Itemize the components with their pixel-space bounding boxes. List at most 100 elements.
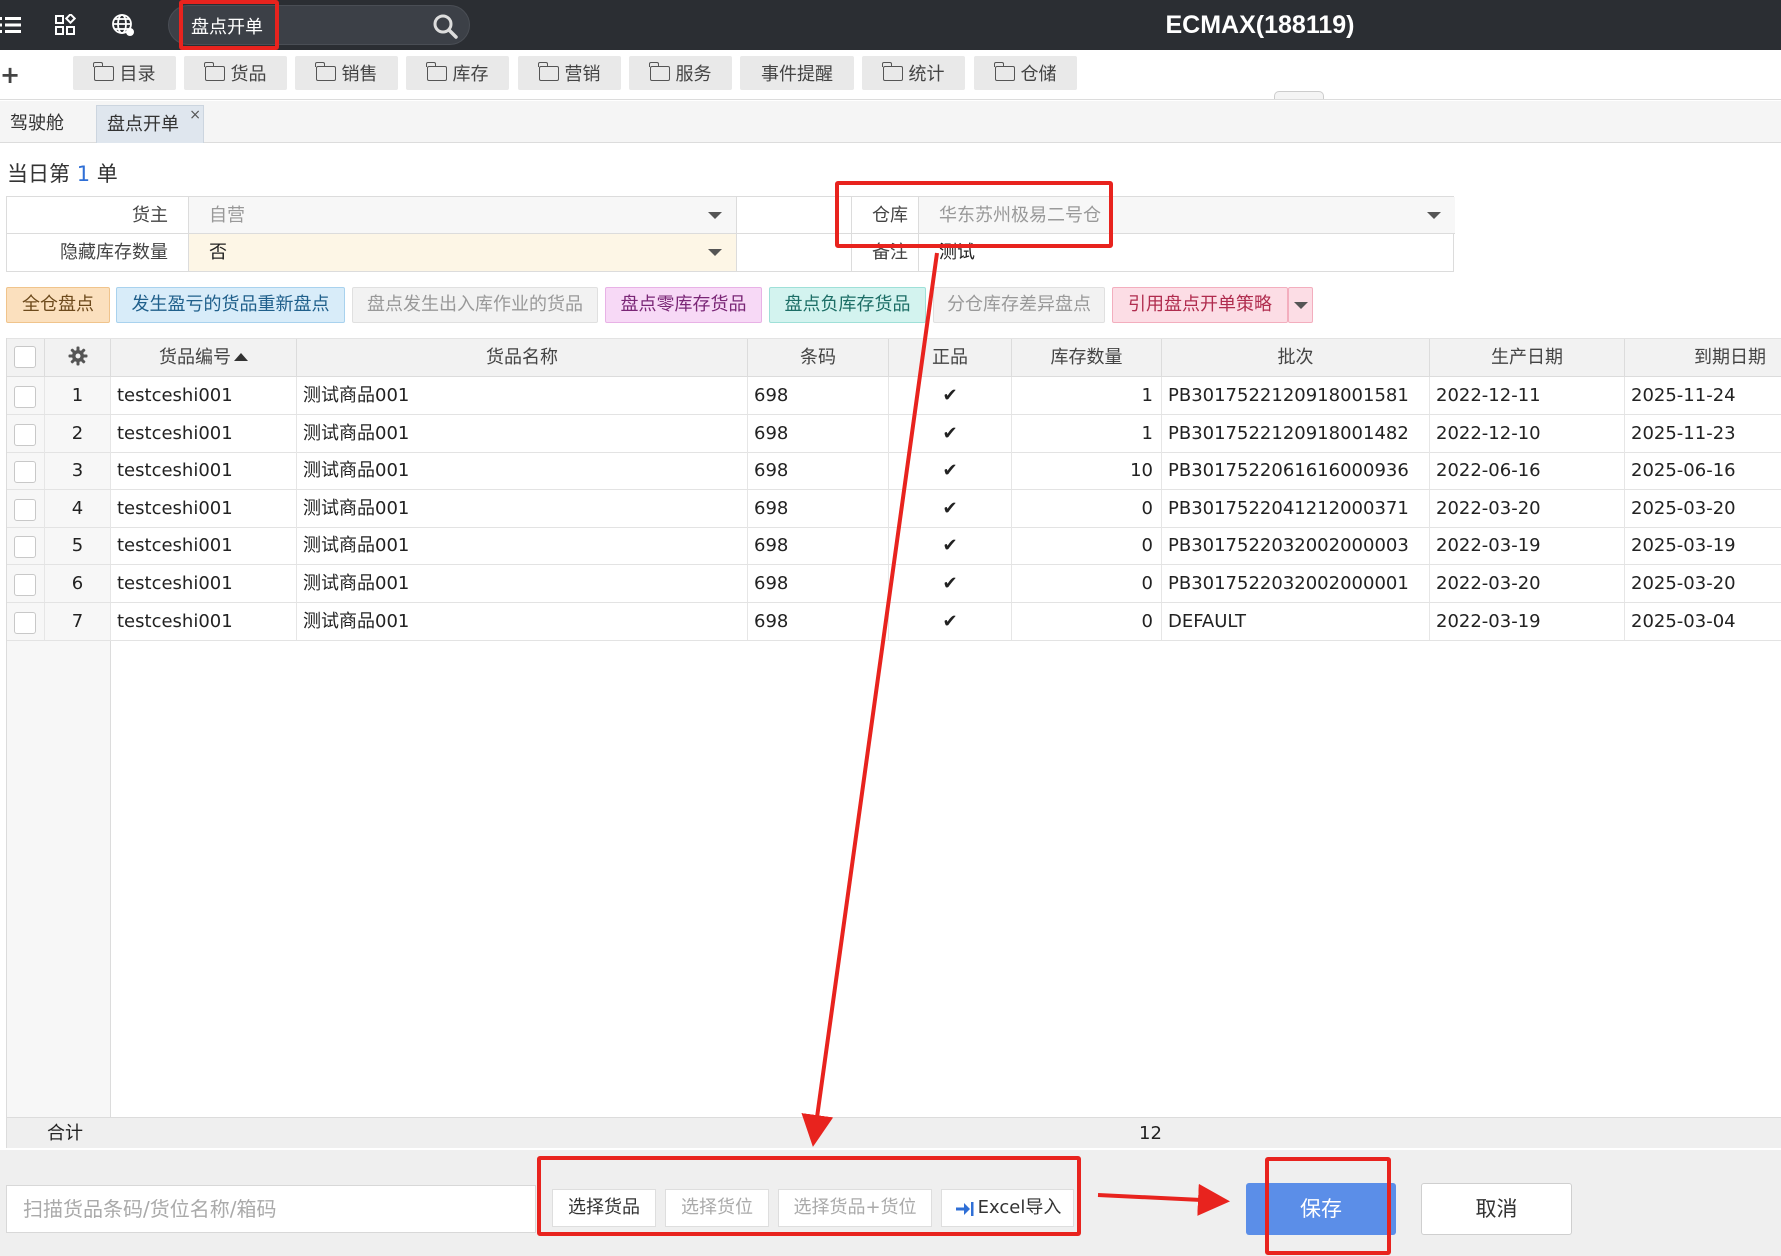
- tab-stocktake[interactable]: 盘点开单 ×: [96, 105, 204, 143]
- nav-inventory-button[interactable]: 库存: [406, 56, 509, 90]
- nav-label: 目录: [119, 64, 156, 85]
- tab-stocktake-label: 盘点开单: [107, 114, 179, 135]
- folder-icon: [314, 61, 336, 81]
- row-checkbox[interactable]: [14, 423, 36, 446]
- top-bar: ECMAX(188119): [0, 0, 1781, 50]
- nav-label: 事件提醒: [761, 64, 833, 85]
- global-search-input[interactable]: [191, 12, 421, 40]
- cell-mfg: 2022-12-10: [1430, 414, 1625, 452]
- row-checkbox[interactable]: [14, 461, 36, 484]
- table-row[interactable]: 1 testceshi001 测试商品001 698 ✔ 1 PB3017522120918…: [7, 377, 1781, 415]
- owner-select[interactable]: 自营: [189, 197, 737, 234]
- column-qty[interactable]: 库存数量: [1012, 339, 1162, 377]
- row-checkbox[interactable]: [14, 386, 36, 408]
- tab-dashboard[interactable]: 驾驶舱: [0, 105, 88, 143]
- collapse-handle[interactable]: [1274, 91, 1324, 99]
- brand-title: ECMAX(188119): [1165, 11, 1355, 39]
- full-warehouse-stocktake-button[interactable]: 全仓盘点: [6, 287, 110, 323]
- select-goods-button[interactable]: 选择货品: [552, 1189, 656, 1227]
- table-row[interactable]: 7 testceshi001 测试商品001 698 ✔ 0 DEFAULT 2022-03-…: [7, 602, 1781, 641]
- nav-statistics-button[interactable]: 统计: [862, 56, 965, 90]
- cancel-button[interactable]: 取消: [1421, 1183, 1572, 1235]
- cell-qty: 0: [1012, 489, 1162, 527]
- remark-input[interactable]: 测试: [919, 234, 1455, 271]
- count-negative-stock-button[interactable]: 盘点负库存货品: [769, 287, 926, 323]
- nav-storage-button[interactable]: 仓储: [974, 56, 1077, 90]
- sort-asc-icon: [234, 353, 248, 361]
- column-genuine[interactable]: 正品: [889, 339, 1012, 377]
- chevron-down-icon: [708, 212, 722, 219]
- column-code-label: 货品编号: [159, 347, 231, 368]
- branch-diff-stocktake-button[interactable]: 分仓库存差异盘点: [933, 287, 1105, 323]
- column-code[interactable]: 货品编号: [111, 339, 297, 377]
- select-goods-location-button[interactable]: 选择货品+货位: [778, 1189, 932, 1227]
- nav-event-reminder-button[interactable]: 事件提醒: [740, 56, 854, 90]
- select-all-cell: [7, 339, 45, 377]
- owner-label: 货主: [7, 197, 189, 234]
- hide-qty-label: 隐藏库存数量: [7, 234, 189, 271]
- add-icon[interactable]: +: [0, 62, 20, 88]
- recount-gain-loss-button[interactable]: 发生盈亏的货品重新盘点: [116, 287, 345, 323]
- nav-goods-button[interactable]: 货品: [184, 56, 287, 90]
- cell-barcode: 698: [748, 565, 889, 602]
- apply-strategy-button[interactable]: 引用盘点开单策略: [1112, 287, 1288, 323]
- globe-icon[interactable]: [105, 0, 141, 50]
- table-row[interactable]: 2 testceshi001 测试商品001 698 ✔ 1 PB3017522120918…: [7, 414, 1781, 453]
- search-icon[interactable]: [431, 12, 459, 40]
- apply-strategy-dropdown[interactable]: [1288, 287, 1313, 323]
- cell-exp: 2025-03-19: [1625, 527, 1781, 564]
- module-nav: + 目录 货品 销售 库存 营销 服务 事件提醒 统计 仓储: [0, 50, 1781, 100]
- hide-qty-select[interactable]: 否: [189, 234, 737, 271]
- close-icon[interactable]: ×: [189, 96, 201, 134]
- cell-name: 测试商品001: [297, 452, 748, 490]
- cell-barcode: 698: [748, 527, 889, 565]
- grid-header: 货品编号 货品名称 条码 正品 库存数量 批次 生产日期 到期日期: [7, 338, 1781, 377]
- save-button[interactable]: 保存: [1246, 1183, 1396, 1235]
- select-all-checkbox[interactable]: [14, 346, 36, 368]
- gear-icon[interactable]: [68, 346, 88, 366]
- nav-catalog-button[interactable]: 目录: [73, 56, 176, 90]
- table-row[interactable]: 4 testceshi001 测试商品001 698 ✔ 0 PB3017522041212…: [7, 489, 1781, 528]
- owner-value: 自营: [209, 205, 245, 226]
- row-checkbox[interactable]: [14, 574, 36, 596]
- nav-service-button[interactable]: 服务: [629, 56, 732, 90]
- column-barcode[interactable]: 条码: [748, 339, 889, 377]
- remark-label: 备注: [851, 234, 919, 271]
- row-checkbox[interactable]: [14, 611, 36, 634]
- import-icon: [956, 1202, 974, 1216]
- cell-code: testceshi001: [111, 377, 297, 414]
- daily-order-number: 1: [76, 162, 91, 186]
- row-index: 2: [45, 414, 111, 452]
- count-zero-stock-button[interactable]: 盘点零库存货品: [605, 287, 762, 323]
- table-row[interactable]: 3 testceshi001 测试商品001 698 ✔ 10 PB301752206161…: [7, 452, 1781, 491]
- column-batch[interactable]: 批次: [1162, 339, 1430, 377]
- cell-code: testceshi001: [111, 565, 297, 602]
- cell-qty: 0: [1012, 565, 1162, 602]
- nav-marketing-button[interactable]: 营销: [518, 56, 621, 90]
- count-in-out-goods-button[interactable]: 盘点发生出入库作业的货品: [352, 287, 598, 323]
- global-search[interactable]: [168, 5, 470, 45]
- column-mfg-date[interactable]: 生产日期: [1430, 339, 1625, 377]
- cell-genuine: ✔: [889, 414, 1012, 452]
- table-row[interactable]: 6 testceshi001 测试商品001 698 ✔ 0 PB3017522032002…: [7, 565, 1781, 603]
- table-row[interactable]: 5 testceshi001 测试商品001 698 ✔ 0 PB3017522032002…: [7, 527, 1781, 566]
- cell-genuine: ✔: [889, 527, 1012, 565]
- select-location-button[interactable]: 选择货位: [665, 1189, 769, 1227]
- warehouse-select[interactable]: 华东苏州极易二号仓: [919, 197, 1455, 234]
- column-name[interactable]: 货品名称: [297, 339, 748, 377]
- nav-label: 营销: [564, 64, 601, 85]
- cell-code: testceshi001: [111, 489, 297, 527]
- cell-batch: PB3017522032002000003: [1162, 527, 1430, 565]
- cell-genuine: ✔: [889, 452, 1012, 490]
- row-index: 5: [45, 527, 111, 565]
- menu-icon[interactable]: [0, 0, 28, 50]
- nav-sales-button[interactable]: 销售: [295, 56, 398, 90]
- row-checkbox[interactable]: [14, 498, 36, 521]
- grid-icon[interactable]: [47, 0, 83, 50]
- excel-import-button[interactable]: Excel导入: [941, 1189, 1074, 1227]
- row-checkbox[interactable]: [14, 536, 36, 559]
- daily-order-suffix: 单: [90, 162, 118, 186]
- scan-input[interactable]: [6, 1185, 536, 1233]
- cell-genuine: ✔: [889, 602, 1012, 640]
- column-exp-date[interactable]: 到期日期: [1625, 339, 1781, 377]
